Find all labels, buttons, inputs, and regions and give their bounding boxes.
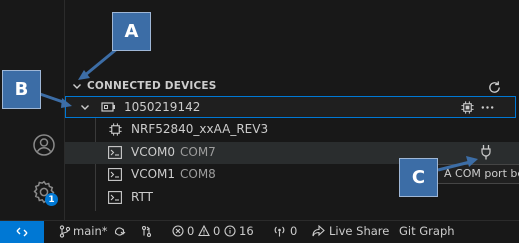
callout-arrows [39, 46, 478, 172]
sync-icon[interactable] [113, 225, 126, 241]
compare-icon[interactable] [140, 225, 153, 241]
warning-count[interactable]: 0 [213, 224, 220, 238]
live-share-icon[interactable] [312, 224, 325, 241]
callout-c-arrowhead [466, 156, 478, 167]
error-count[interactable]: 0 [187, 224, 194, 238]
ports-count[interactable]: 0 [290, 224, 297, 238]
warning-icon[interactable] [198, 224, 210, 240]
git-graph-label[interactable]: Git Graph [399, 224, 455, 238]
error-icon[interactable] [172, 225, 184, 240]
callout-b-arrowhead [61, 98, 72, 108]
info-count[interactable]: 16 [239, 224, 254, 238]
info-icon[interactable] [224, 225, 236, 240]
callout-b: B [2, 70, 41, 109]
branch-name[interactable]: main* [73, 224, 107, 238]
branch-icon [59, 225, 71, 241]
remote-icon[interactable] [0, 221, 44, 243]
callout-a: A [112, 12, 151, 51]
status-bar: main* 0 0 16 0 Live Share Git Graph [0, 220, 519, 243]
live-share-label[interactable]: Live Share [329, 224, 389, 238]
callout-c-arrow [437, 160, 471, 172]
callout-c: C [399, 158, 438, 197]
callout-a-arrow [83, 46, 119, 78]
broadcast-icon[interactable] [273, 225, 286, 241]
